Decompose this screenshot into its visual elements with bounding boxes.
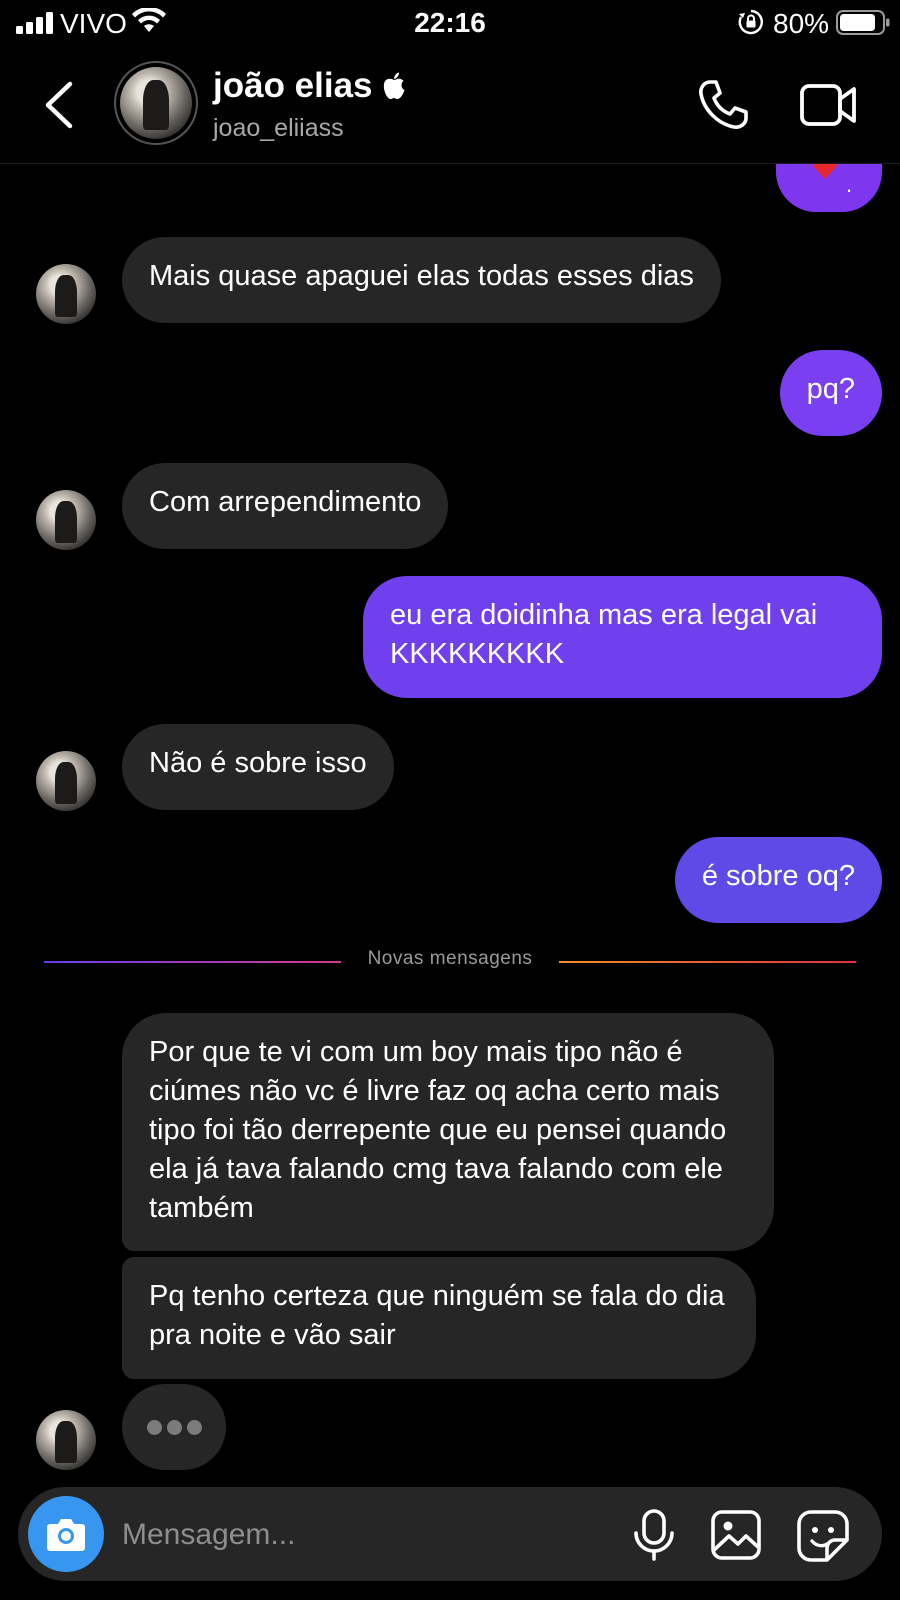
message-outgoing[interactable]: eu era doidinha mas era legal vai KKKKKK… <box>363 576 882 698</box>
chat-header: joão elias joao_eliiass <box>0 46 900 164</box>
battery-icon <box>836 10 890 35</box>
contact-name-row[interactable]: joão elias <box>213 66 407 106</box>
contact-name: joão elias <box>213 66 373 105</box>
message-incoming[interactable]: Por que te vi com um boy mais tipo não é… <box>122 1013 774 1251</box>
message-outgoing[interactable]: pq? <box>779 350 882 436</box>
gallery-icon[interactable] <box>711 1510 761 1560</box>
new-messages-divider: Novas mensagens <box>44 947 856 977</box>
sender-avatar[interactable] <box>36 490 96 550</box>
message-incoming[interactable]: Com arrependimento <box>122 463 449 549</box>
microphone-icon[interactable] <box>632 1509 676 1561</box>
message-incoming[interactable]: Não é sobre isso <box>122 724 394 810</box>
message-incoming[interactable]: Pq tenho certeza que ninguém se fala do … <box>122 1257 756 1379</box>
partial-outgoing-message[interactable]: . <box>776 164 882 212</box>
camera-button[interactable] <box>28 1496 104 1572</box>
message-incoming[interactable]: Mais quase apaguei elas todas esses dias <box>122 237 721 323</box>
battery-percentage: 80% <box>773 8 830 39</box>
sender-avatar[interactable] <box>36 1410 96 1470</box>
sticker-icon[interactable] <box>797 1510 849 1562</box>
message-composer <box>18 1487 882 1581</box>
rotation-lock-icon <box>738 9 763 35</box>
message-outgoing[interactable]: é sobre oq? <box>674 837 882 923</box>
video-camera-icon[interactable] <box>800 80 858 130</box>
sender-avatar[interactable] <box>36 264 96 324</box>
phone-icon[interactable] <box>696 78 750 132</box>
heart-emoji-icon <box>813 164 837 179</box>
apple-icon <box>383 72 405 99</box>
typing-indicator <box>122 1384 226 1470</box>
contact-username: joao_eliiass <box>213 114 344 142</box>
contact-avatar[interactable] <box>114 61 198 145</box>
message-input[interactable] <box>122 1513 602 1557</box>
camera-icon <box>47 1519 85 1551</box>
status-clock: 22:16 <box>414 7 486 38</box>
sender-avatar[interactable] <box>36 751 96 811</box>
new-messages-label: Novas mensagens <box>367 948 533 969</box>
status-bar: VIVO 22:16 80% <box>0 0 900 46</box>
back-chevron-icon[interactable] <box>42 80 76 130</box>
